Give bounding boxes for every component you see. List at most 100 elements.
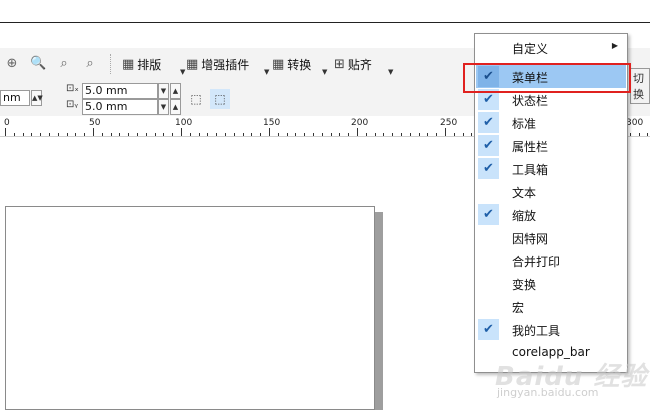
unit-field-value: nm [3,91,21,104]
ruler-tick [23,133,24,136]
ruler-tick [84,133,85,136]
nudge-x-dropdown-icon[interactable]: ▼ [158,83,169,99]
zoom-width-icon[interactable]: ⌕ [82,56,98,72]
menu-item-7[interactable]: 因特网 [476,226,626,249]
ruler-tick [471,133,472,136]
menu-item-label: 工具箱 [512,163,549,177]
document-page[interactable] [5,206,375,410]
convert-dropdown-icon[interactable]: ▼ [322,68,327,76]
snap-button[interactable]: ⊞ 贴齐 [334,55,372,73]
ruler-tick [357,128,358,136]
zoom-page-icon[interactable]: ⌕ [56,56,72,72]
window-top-border [0,22,650,23]
transform-objects-icon[interactable]: ⬚ [210,89,230,109]
ruler-tick [40,133,41,136]
menu-item-6[interactable]: ✔ 缩放 [476,203,626,226]
menu-item-label: 缩放 [512,209,537,223]
menu-item-label: 因特网 [512,232,549,246]
menu-item-9[interactable]: 变换 [476,272,626,295]
ruler-tick [295,133,296,136]
ruler-tick [322,133,323,136]
nudge-y-field[interactable]: 5.0 mm [82,99,158,115]
checkmark-icon: ✔ [478,135,499,156]
layout-button[interactable]: ▦ 排版 [122,55,161,73]
ruler-tick [339,133,340,136]
toolbar-separator [110,54,112,74]
ruler-tick [216,133,217,136]
ruler-tick [234,133,235,136]
menu-item-label: 合并打印 [512,255,561,269]
menu-item-5[interactable]: 文本 [476,180,626,203]
enhance-plugin-button[interactable]: ▦ 增强插件 [186,55,249,73]
ruler-tick [366,133,367,136]
layout-dropdown-icon[interactable]: ▼ [180,68,185,76]
nudge-y-icon: ⊡ᵧ [66,99,79,110]
menu-item-customize[interactable]: 自定义 ▶ [476,36,626,59]
baidu-watermark-url: jingyan.baidu.com [497,386,599,399]
ruler-tick [269,128,270,136]
convert-button-label: 转换 [287,57,312,72]
menu-item-3[interactable]: ✔ 属性栏 [476,134,626,157]
menu-item-label: 自定义 [512,42,549,56]
zoom-in-icon[interactable]: ⊕ [4,56,20,72]
ruler-label: 250 [440,118,458,128]
menu-item-label: 状态栏 [512,94,549,108]
nudge-x-field[interactable]: 5.0 mm [82,83,158,99]
ruler-tick [181,128,182,136]
nudge-y-dropdown-icon[interactable]: ▼ [158,99,169,115]
ruler-tick [75,133,76,136]
ruler-tick [639,133,640,136]
ruler-tick [111,133,112,136]
ruler-tick [199,133,200,136]
ruler-tick [260,133,261,136]
ruler-tick [146,133,147,136]
menu-item-10[interactable]: 宏 [476,295,626,318]
ruler-tick [313,133,314,136]
ruler-tick [383,133,384,136]
menu-item-2[interactable]: ✔ 标准 [476,111,626,134]
submenu-arrow-icon: ▶ [611,41,618,50]
ruler-tick [419,133,420,136]
unit-field[interactable]: nm [0,90,30,106]
ruler-tick [436,133,437,136]
ruler-tick [454,133,455,136]
checkmark-icon: ✔ [478,204,499,225]
unit-spinner[interactable]: ▲▼ [31,90,43,106]
ruler-label: 0 [4,118,10,128]
zoom-selected-icon[interactable]: 🔍 [30,56,46,72]
enhance-dropdown-icon[interactable]: ▼ [264,68,269,76]
menu-item-label: 变换 [512,278,537,292]
layout-button-label: 排版 [137,57,162,72]
checkmark-icon: ✔ [478,158,499,179]
menu-item-label: 属性栏 [512,140,549,154]
nudge-x-spinner[interactable]: ▲ [170,83,181,99]
checkmark-icon: ✔ [478,319,499,340]
ruler-tick [287,133,288,136]
ruler-tick [163,133,164,136]
snap-button-label: 贴齐 [347,57,372,72]
ruler-tick [392,133,393,136]
checkmark-icon: ✔ [478,112,499,133]
switch-label: 切换 [630,68,650,104]
treat-as-filled-icon[interactable]: ⬚ [186,89,206,109]
snap-dropdown-icon[interactable]: ▼ [388,68,393,76]
ruler-tick [155,133,156,136]
convert-button[interactable]: ▦ 转换 [272,55,311,73]
ruler-tick [207,133,208,136]
menu-item-label: 宏 [512,301,525,315]
nudge-x-value: 5.0 mm [85,84,128,97]
menu-item-8[interactable]: 合并打印 [476,249,626,272]
ruler-tick [251,133,252,136]
menu-item-11[interactable]: ✔ 我的工具 [476,318,626,341]
ruler-tick [410,133,411,136]
ruler-tick [14,133,15,136]
ruler-tick [630,133,631,136]
ruler-label: 150 [263,118,281,128]
nudge-y-value: 5.0 mm [85,100,128,113]
menu-item-4[interactable]: ✔ 工具箱 [476,157,626,180]
ruler-tick [49,133,50,136]
enhance-plugin-label: 增强插件 [201,57,250,72]
ruler-tick [137,133,138,136]
ruler-label: 50 [89,118,101,128]
nudge-y-spinner[interactable]: ▲ [170,99,181,115]
